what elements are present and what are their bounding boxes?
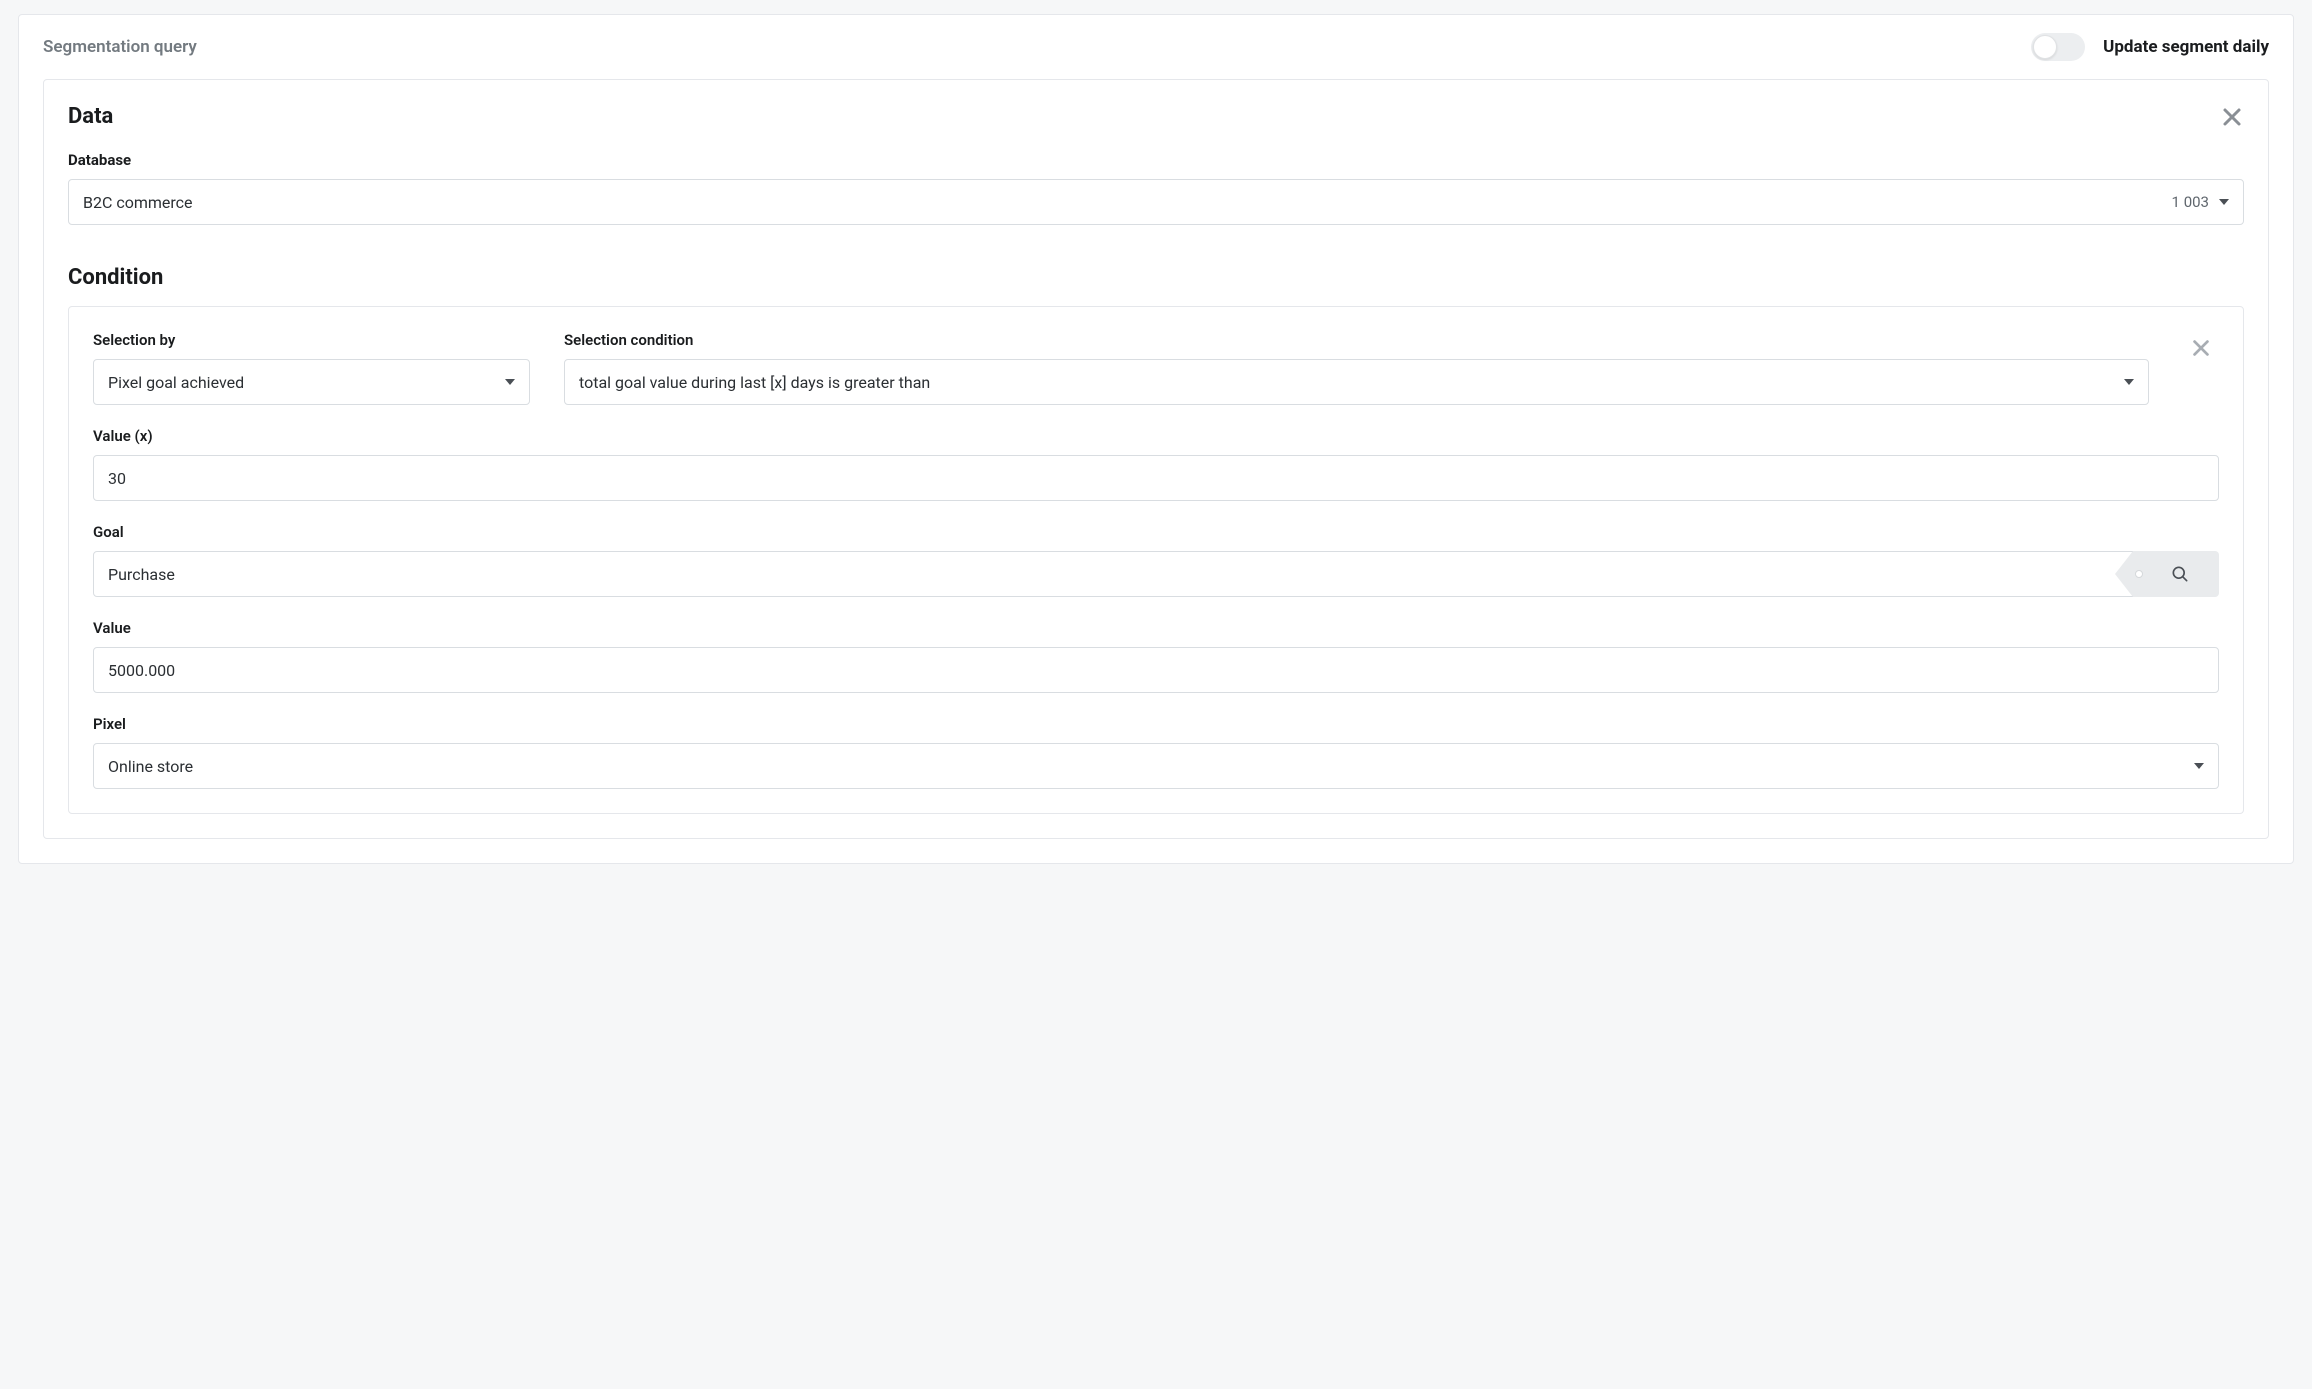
- database-value: B2C commerce: [83, 193, 2172, 212]
- pixel-value: Online store: [108, 757, 2194, 776]
- caret-down-icon: [505, 379, 515, 385]
- tag-hole-icon: [2135, 570, 2143, 578]
- close-icon: [2220, 105, 2244, 129]
- pixel-label: Pixel: [93, 715, 2219, 733]
- search-icon: [2170, 564, 2190, 584]
- data-section-title: Data: [68, 104, 113, 129]
- inner-card: Data Database B2C commerce 1 003 Conditi…: [43, 79, 2269, 839]
- caret-down-icon: [2219, 199, 2229, 205]
- goal-search-button[interactable]: [2133, 551, 2219, 597]
- value-input[interactable]: 5000.000: [93, 647, 2219, 693]
- caret-down-icon: [2194, 763, 2204, 769]
- selection-condition-select[interactable]: total goal value during last [x] days is…: [564, 359, 2149, 405]
- condition-block: Selection by Pixel goal achieved Selecti…: [68, 306, 2244, 814]
- close-data-panel[interactable]: [2220, 105, 2244, 129]
- condition-section-title: Condition: [68, 265, 2244, 290]
- goal-input[interactable]: Purchase: [93, 551, 2133, 597]
- goal-value: Purchase: [108, 565, 175, 584]
- value-x-label: Value (x): [93, 427, 2219, 445]
- database-select[interactable]: B2C commerce 1 003: [68, 179, 2244, 225]
- selection-by-value: Pixel goal achieved: [108, 373, 505, 392]
- selection-condition-value: total goal value during last [x] days is…: [579, 373, 2124, 392]
- value-x-input[interactable]: 30: [93, 455, 2219, 501]
- value-label: Value: [93, 619, 2219, 637]
- close-icon: [2190, 337, 2212, 359]
- card-title: Segmentation query: [43, 37, 197, 57]
- selection-by-select[interactable]: Pixel goal achieved: [93, 359, 530, 405]
- value-value: 5000.000: [108, 661, 2204, 680]
- selection-by-label: Selection by: [93, 331, 530, 349]
- remove-condition-button[interactable]: [2190, 337, 2212, 359]
- segmentation-card: Segmentation query Update segment daily …: [18, 14, 2294, 864]
- database-count: 1 003: [2172, 193, 2209, 211]
- toggle-knob: [2033, 35, 2057, 59]
- card-header: Segmentation query Update segment daily: [19, 15, 2293, 79]
- update-daily-toggle[interactable]: [2031, 33, 2085, 61]
- goal-label: Goal: [93, 523, 2219, 541]
- caret-down-icon: [2124, 379, 2134, 385]
- update-daily-label: Update segment daily: [2103, 37, 2269, 57]
- value-x-value: 30: [108, 469, 2204, 488]
- pixel-select[interactable]: Online store: [93, 743, 2219, 789]
- selection-condition-label: Selection condition: [564, 331, 2149, 349]
- database-label: Database: [68, 151, 2244, 169]
